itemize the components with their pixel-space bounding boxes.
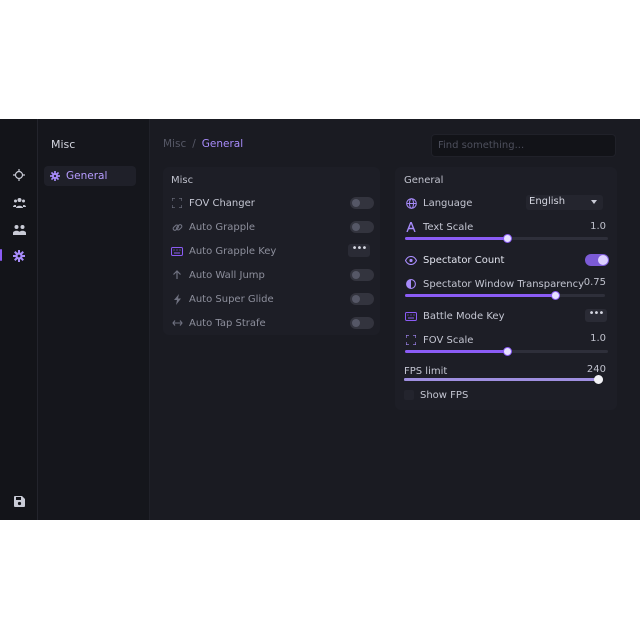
arrows-horizontal-icon — [171, 317, 183, 329]
language-row: Language — [405, 193, 472, 213]
fov-changer-label: FOV Changer — [189, 197, 255, 209]
main-content: Misc / General Misc FOV Changer Auto Grapp… — [150, 119, 640, 520]
misc-panel-title: Misc — [171, 175, 194, 186]
text-scale-slider-thumb[interactable] — [502, 234, 512, 243]
auto-wall-jump-toggle[interactable] — [350, 269, 374, 281]
auto-tap-strafe-label: Auto Tap Strafe — [189, 317, 266, 329]
fov-changer-row: FOV Changer — [171, 193, 255, 213]
spectator-transparency-slider-thumb[interactable] — [551, 291, 560, 300]
sidebar-item-general[interactable]: General — [44, 166, 136, 186]
auto-grapple-label: Auto Grapple — [189, 221, 256, 233]
link-icon — [171, 221, 183, 233]
nav-title: Misc — [51, 138, 76, 151]
fov-scale-label: FOV Scale — [423, 334, 474, 346]
auto-grapple-key-button[interactable]: ••• — [348, 244, 370, 257]
focus-frame-icon — [405, 334, 417, 346]
gear-icon[interactable] — [12, 249, 26, 263]
auto-wall-jump-row: Auto Wall Jump — [171, 265, 265, 285]
breadcrumb-current: General — [201, 138, 244, 150]
chevron-down-icon — [591, 200, 597, 204]
fov-scale-slider-thumb[interactable] — [502, 347, 512, 356]
focus-frame-icon — [171, 197, 183, 209]
auto-tap-strafe-toggle[interactable] — [350, 317, 374, 329]
contrast-icon — [405, 278, 417, 290]
keyboard-icon — [171, 245, 183, 257]
auto-grapple-row: Auto Grapple — [171, 217, 255, 237]
misc-panel: Misc FOV Changer Auto Grapple Auto Grapp… — [163, 167, 380, 335]
text-scale-row: Text Scale — [405, 217, 473, 237]
auto-grapple-key-label: Auto Grapple Key — [189, 245, 277, 257]
spectator-transparency-slider[interactable] — [405, 291, 605, 300]
spectator-count-toggle[interactable] — [585, 254, 609, 266]
language-select[interactable]: English — [526, 195, 603, 210]
eye-icon — [405, 254, 417, 266]
general-panel: General Language English Text Scale 1.0 … — [395, 167, 617, 410]
gear-icon — [50, 171, 60, 181]
save-icon[interactable] — [12, 494, 26, 508]
search-input[interactable] — [432, 135, 608, 156]
text-scale-value: 1.0 — [590, 221, 606, 232]
rail-active-indicator — [0, 249, 2, 261]
fov-scale-slider[interactable] — [405, 347, 608, 356]
fov-changer-toggle[interactable] — [350, 197, 374, 209]
breadcrumb: Misc / General — [163, 138, 243, 150]
group-icon[interactable] — [12, 222, 26, 236]
auto-grapple-key-row: Auto Grapple Key — [171, 241, 276, 261]
auto-super-glide-toggle[interactable] — [350, 293, 374, 305]
arrow-up-icon — [171, 269, 183, 281]
auto-tap-strafe-row: Auto Tap Strafe — [171, 313, 266, 333]
fov-scale-value: 1.0 — [590, 333, 606, 344]
auto-super-glide-label: Auto Super Glide — [189, 293, 274, 305]
spectator-count-label: Spectator Count — [423, 254, 505, 266]
crosshair-icon[interactable] — [12, 168, 26, 182]
battle-mode-key-row: Battle Mode Key — [405, 306, 505, 326]
text-icon — [405, 221, 417, 233]
battle-mode-key-button[interactable]: ••• — [585, 309, 607, 322]
text-scale-slider[interactable] — [405, 234, 608, 243]
search-box — [431, 134, 616, 157]
side-nav: Misc General — [38, 119, 150, 520]
spectator-transparency-label: Spectator Window Transparency — [423, 278, 585, 290]
fps-limit-slider-thumb[interactable] — [594, 375, 603, 384]
icon-rail — [0, 119, 38, 520]
show-fps-checkbox[interactable] — [404, 390, 414, 400]
text-scale-label: Text Scale — [423, 221, 474, 233]
fps-limit-slider[interactable] — [404, 375, 603, 384]
globe-icon — [405, 197, 417, 209]
breadcrumb-separator: / — [192, 138, 196, 150]
fov-scale-row: FOV Scale — [405, 330, 473, 350]
general-panel-title: General — [404, 175, 444, 186]
auto-wall-jump-label: Auto Wall Jump — [189, 269, 265, 281]
battle-mode-key-label: Battle Mode Key — [423, 310, 505, 322]
sidebar-item-label: General — [66, 170, 108, 182]
spectator-count-row: Spectator Count — [405, 250, 504, 270]
fps-limit-label: FPS limit — [404, 365, 448, 377]
keyboard-icon — [405, 310, 417, 322]
app-window: Misc General Misc / General Misc FOV Chang… — [0, 119, 640, 520]
auto-grapple-toggle[interactable] — [350, 221, 374, 233]
language-value: English — [529, 196, 566, 207]
show-fps-label: Show FPS — [420, 389, 469, 401]
fps-limit-value: 240 — [586, 364, 606, 375]
breadcrumb-parent[interactable]: Misc — [163, 138, 186, 150]
language-label: Language — [423, 197, 473, 209]
users-icon[interactable] — [12, 195, 26, 209]
spectator-transparency-value: 0.75 — [583, 277, 606, 288]
auto-super-glide-row: Auto Super Glide — [171, 289, 274, 309]
show-fps-row: Show FPS — [420, 385, 468, 405]
lightning-icon — [171, 293, 183, 305]
